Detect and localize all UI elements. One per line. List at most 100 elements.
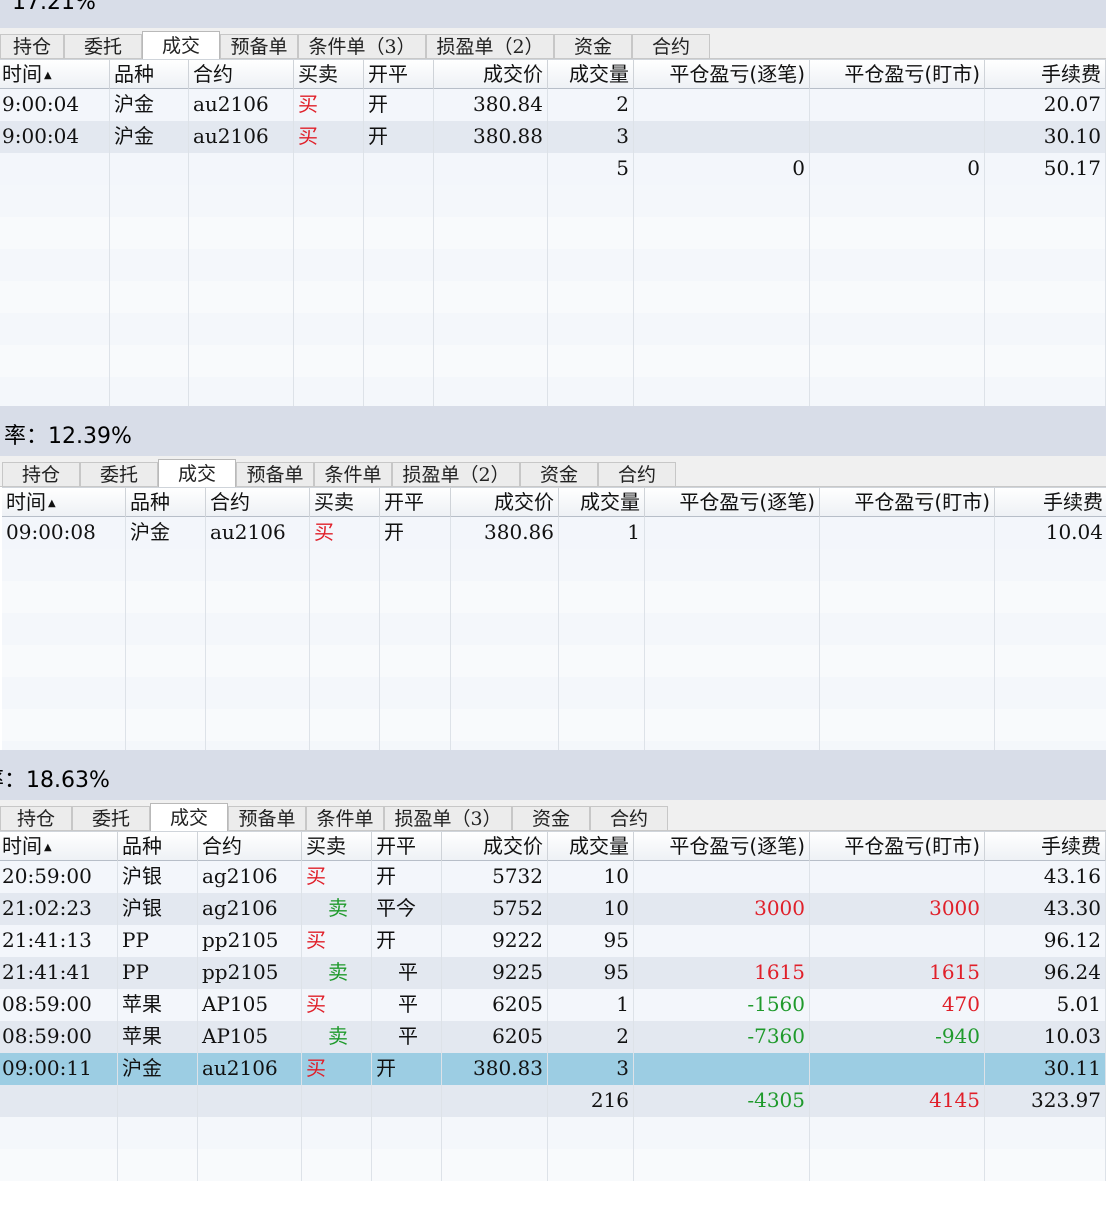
- col-variety[interactable]: 品种: [126, 488, 206, 517]
- cell-time: 20:59:00: [0, 861, 118, 893]
- cell-fee: 323.97: [985, 1085, 1106, 1117]
- col-time[interactable]: 时间 ▲: [2, 488, 126, 517]
- rate-bar: 率：18.63%: [0, 750, 1106, 801]
- col-fee[interactable]: 手续费: [985, 60, 1106, 89]
- table-row[interactable]: 9:00:04 沪金 au2106 买开 380.88 3 30.10: [0, 121, 1106, 153]
- tab-funds[interactable]: 资金: [512, 806, 590, 830]
- empty-cell: [198, 1117, 302, 1149]
- table-row[interactable]: 21:41:41 PP pp2105 卖平 9225 95 1615 1615 96.24: [0, 957, 1106, 989]
- col-open-close[interactable]: 开平: [380, 488, 451, 517]
- tab-positions[interactable]: 持仓: [2, 462, 80, 486]
- cell-time: 9:00:04: [0, 89, 110, 121]
- total-row[interactable]: 216 -4305 4145 323.97: [0, 1085, 1106, 1117]
- empty-cell: [294, 377, 364, 406]
- col-pnl-mark[interactable]: 平仓盈亏(盯市): [810, 60, 985, 89]
- tab-funds[interactable]: 资金: [520, 462, 598, 486]
- cell-price: 380.86: [451, 517, 559, 549]
- col-open-close[interactable]: 开平: [372, 832, 442, 861]
- tab-conditional-orders[interactable]: 条件单: [314, 462, 392, 486]
- column-label: 手续费: [1043, 490, 1103, 514]
- col-contract[interactable]: 合约: [198, 832, 302, 861]
- tab-orders[interactable]: 委托: [64, 34, 142, 58]
- tab-orders[interactable]: 委托: [72, 806, 150, 830]
- col-pnl-mark[interactable]: 平仓盈亏(盯市): [820, 488, 995, 517]
- rate-value: 率：12.39%: [4, 424, 132, 449]
- column-label: 手续费: [1041, 834, 1101, 858]
- col-time[interactable]: 时间 ▲: [0, 60, 110, 89]
- column-label: 成交价: [483, 62, 543, 86]
- tab-positions[interactable]: 持仓: [0, 806, 72, 830]
- tab-prepared-orders[interactable]: 预备单: [228, 806, 306, 830]
- table-row[interactable]: 20:59:00 沪银 ag2106 买开 5732 10 43.16: [0, 861, 1106, 893]
- tab-trades[interactable]: 成交: [158, 459, 236, 487]
- tab-orders[interactable]: 委托: [80, 462, 158, 486]
- empty-cell: [434, 313, 548, 345]
- table-row[interactable]: 09:00:08 沪金 au2106 买开 380.86 1 10.04: [2, 517, 1106, 549]
- total-row[interactable]: 5 0 0 50.17: [0, 153, 1106, 185]
- tab-contracts[interactable]: 合约: [632, 34, 710, 58]
- cell-variety: PP: [118, 925, 198, 957]
- tab-stop-orders[interactable]: 损盈单（2）: [426, 34, 554, 58]
- col-open-close[interactable]: 开平: [364, 60, 434, 89]
- empty-cell: [434, 281, 548, 313]
- tab-stop-orders[interactable]: 损盈单（2）: [392, 462, 520, 486]
- empty-cell: [810, 313, 985, 345]
- cell-contract: AP105: [198, 1021, 302, 1053]
- cell-pnl-trade: -4305: [634, 1085, 810, 1117]
- empty-cell: [442, 1117, 548, 1149]
- table-row[interactable]: 09:00:11 沪金 au2106 买开 380.83 3 30.11: [0, 1053, 1106, 1085]
- col-contract[interactable]: 合约: [189, 60, 294, 89]
- col-contract[interactable]: 合约: [206, 488, 310, 517]
- cell-fee: 50.17: [985, 153, 1106, 185]
- table-row[interactable]: 21:41:13 PP pp2105 买开 9222 95 96.12: [0, 925, 1106, 957]
- empty-cell: [189, 217, 294, 249]
- empty-cell: [0, 377, 110, 406]
- col-variety[interactable]: 品种: [118, 832, 198, 861]
- table-row[interactable]: 08:59:00 苹果 AP105 卖平 6205 2 -7360 -940 10.03: [0, 1021, 1106, 1053]
- col-side[interactable]: 买卖: [310, 488, 380, 517]
- col-price[interactable]: 成交价: [434, 60, 548, 89]
- empty-cell: [189, 345, 294, 377]
- empty-cell: [110, 377, 189, 406]
- empty-cell: [206, 549, 310, 581]
- col-pnl-trade[interactable]: 平仓盈亏(逐笔): [645, 488, 820, 517]
- tab-positions[interactable]: 持仓: [0, 34, 64, 58]
- cell-fee: 30.10: [985, 121, 1106, 153]
- table-row[interactable]: 08:59:00 苹果 AP105 买平 6205 1 -1560 470 5.01: [0, 989, 1106, 1021]
- empty-cell: [634, 185, 810, 217]
- tab-funds[interactable]: 资金: [554, 34, 632, 58]
- col-price[interactable]: 成交价: [451, 488, 559, 517]
- table-row[interactable]: 9:00:04 沪金 au2106 买开 380.84 2 20.07: [0, 89, 1106, 121]
- col-pnl-trade[interactable]: 平仓盈亏(逐笔): [634, 60, 810, 89]
- tab-prepared-orders[interactable]: 预备单: [236, 462, 314, 486]
- col-pnl-trade[interactable]: 平仓盈亏(逐笔): [634, 832, 810, 861]
- column-label: 成交量: [569, 62, 629, 86]
- empty-cell: [302, 1149, 372, 1181]
- col-qty[interactable]: 成交量: [548, 832, 634, 861]
- cell-time: 21:41:13: [0, 925, 118, 957]
- column-label: 平仓盈亏(盯市): [854, 490, 990, 514]
- tab-contracts[interactable]: 合约: [590, 806, 668, 830]
- tab-trades[interactable]: 成交: [142, 31, 220, 59]
- col-time[interactable]: 时间 ▲: [0, 832, 118, 861]
- tab-stop-orders[interactable]: 损盈单（3）: [384, 806, 512, 830]
- table-row[interactable]: 21:02:23 沪银 ag2106 卖平今 5752 10 3000 3000 43.30: [0, 893, 1106, 925]
- col-side[interactable]: 买卖: [302, 832, 372, 861]
- tab-trades[interactable]: 成交: [150, 803, 228, 831]
- col-side[interactable]: 买卖: [294, 60, 364, 89]
- tab-prepared-orders[interactable]: 预备单: [220, 34, 298, 58]
- empty-cell: [206, 709, 310, 741]
- col-fee[interactable]: 手续费: [985, 832, 1106, 861]
- cell-contract: au2106: [198, 1053, 302, 1085]
- col-price[interactable]: 成交价: [442, 832, 548, 861]
- empty-cell: [364, 281, 434, 313]
- tab-conditional-orders[interactable]: 条件单（3）: [298, 34, 426, 58]
- tab-contracts[interactable]: 合约: [598, 462, 676, 486]
- col-pnl-mark[interactable]: 平仓盈亏(盯市): [810, 832, 985, 861]
- col-qty[interactable]: 成交量: [548, 60, 634, 89]
- tab-conditional-orders[interactable]: 条件单: [306, 806, 384, 830]
- col-qty[interactable]: 成交量: [559, 488, 645, 517]
- col-fee[interactable]: 手续费: [995, 488, 1106, 517]
- cell-time: 9:00:04: [0, 121, 110, 153]
- col-variety[interactable]: 品种: [110, 60, 189, 89]
